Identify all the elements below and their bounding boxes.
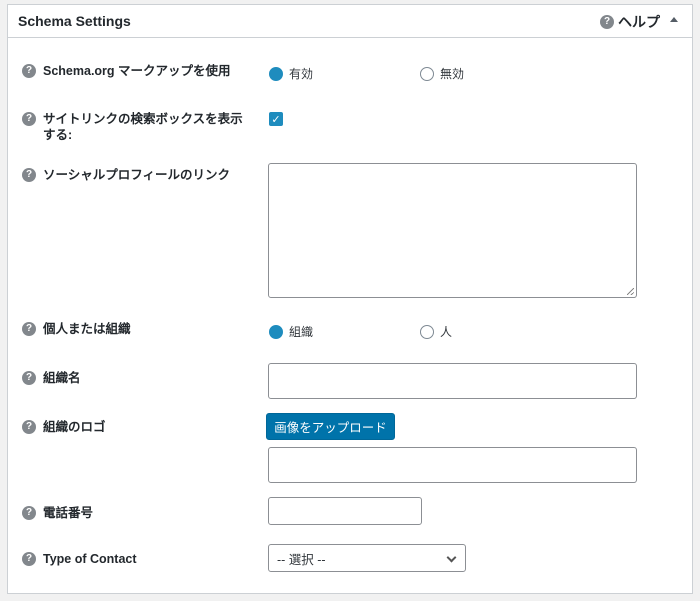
org-name-input[interactable] xyxy=(268,363,637,399)
checkmark-icon: ✓ xyxy=(271,113,281,126)
question-circle-icon[interactable]: ? xyxy=(22,168,36,182)
radio-button[interactable] xyxy=(420,324,434,339)
radio-button[interactable] xyxy=(269,324,283,339)
markup-label: ? Schema.org マークアップを使用 xyxy=(22,63,243,79)
panel-title: Schema Settings xyxy=(18,13,131,29)
resize-handle[interactable] xyxy=(627,288,634,295)
markup-radio-enabled[interactable]: 有効 xyxy=(269,65,313,82)
org-name-label: ? 組織名 xyxy=(22,370,243,386)
sitelinks-checkbox[interactable]: ✓ xyxy=(269,112,283,126)
panel-header: Schema Settings ? ヘルプ xyxy=(8,5,692,38)
entity-label: ? 個人または組織 xyxy=(22,321,243,337)
sitelinks-label: ? サイトリンクの検索ボックスを表示する: xyxy=(22,111,243,143)
entity-radio-person[interactable]: 人 xyxy=(420,323,452,340)
question-circle-icon[interactable]: ? xyxy=(22,112,36,126)
question-circle-icon[interactable]: ? xyxy=(22,322,36,336)
entity-radio-organization[interactable]: 組織 xyxy=(269,323,313,340)
contact-type-label: ? Type of Contact xyxy=(22,551,243,567)
help-label: ヘルプ xyxy=(618,14,660,30)
question-circle-icon[interactable]: ? xyxy=(22,552,36,566)
contact-type-select[interactable]: -- 選択 -- xyxy=(268,544,466,572)
phone-input[interactable] xyxy=(268,497,422,525)
upload-image-button[interactable]: 画像をアップロード xyxy=(266,413,395,440)
schema-settings-panel: Schema Settings ? ヘルプ ? Schema.org マークアッ… xyxy=(7,4,693,594)
question-circle-icon[interactable]: ? xyxy=(22,64,36,78)
chevron-down-icon xyxy=(446,552,457,563)
radio-button[interactable] xyxy=(420,66,434,81)
phone-label: ? 電話番号 xyxy=(22,505,243,521)
question-circle-icon: ? xyxy=(600,15,614,29)
org-logo-url-input[interactable] xyxy=(268,447,637,483)
question-circle-icon[interactable]: ? xyxy=(22,506,36,520)
radio-button[interactable] xyxy=(269,66,283,81)
question-circle-icon[interactable]: ? xyxy=(22,420,36,434)
help-button[interactable]: ? ヘルプ xyxy=(600,12,660,32)
social-profiles-textarea[interactable] xyxy=(268,163,637,298)
collapse-toggle-icon[interactable] xyxy=(670,17,678,22)
question-circle-icon[interactable]: ? xyxy=(22,371,36,385)
org-logo-label: ? 組織のロゴ xyxy=(22,419,243,435)
markup-radio-disabled[interactable]: 無効 xyxy=(420,65,464,82)
social-label: ? ソーシャルプロフィールのリンク xyxy=(22,167,243,183)
